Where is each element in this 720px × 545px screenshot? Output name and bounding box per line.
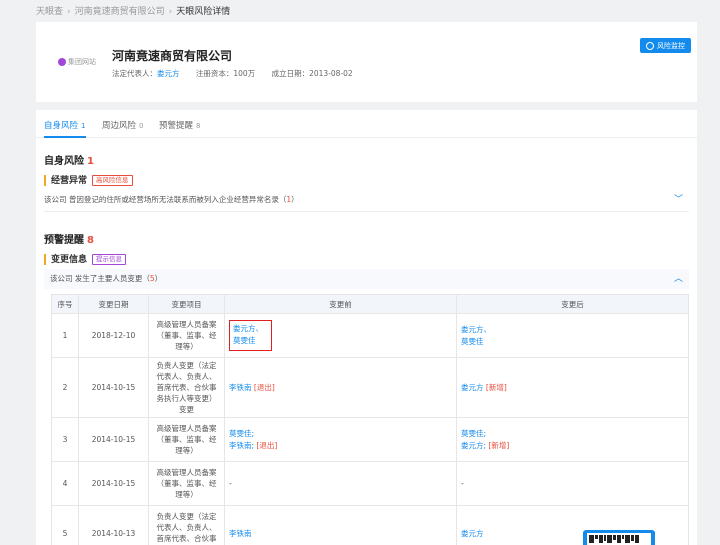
company-header-card: 集团网站 河南竟速商贸有限公司 法定代表人：娄元方 注册资本：100万 成立日期… [36,22,697,102]
divider [44,211,689,212]
legal-rep-link[interactable]: 娄元方 [157,69,180,78]
business-abnormal-title: 经营异常 高风险信息 [44,175,133,186]
breadcrumb: 天眼查 › 河南竟速商贸有限公司 › 天眼风险详情 [36,4,230,17]
company-meta: 法定代表人：娄元方 注册资本：100万 成立日期：2013-08-02 [112,68,367,79]
risk-monitor-label: 风险监控 [657,41,685,50]
registered-capital: 注册资本：100万 [195,69,256,78]
company-name: 河南竟速商贸有限公司 [112,49,233,63]
flower-icon [58,58,66,66]
tab-warning[interactable]: 预警提醒 8 [159,119,200,131]
notice-badge: 提示信息 [92,254,127,265]
qr-code-widget[interactable] [583,530,655,545]
risk-tabs: 自身风险 1 周边风险 0 预警提醒 8 [36,110,697,138]
table-row: 4 2014-10-15 高级管理人员备案（董事、监事、经理等） - - [51,461,689,506]
breadcrumb-current: 天眼风险详情 [176,7,231,17]
tab-self-risk[interactable]: 自身风险 1 [44,119,85,131]
logo-label: 集团网站 [68,58,96,66]
col-header-item: 变更项目 [148,294,225,314]
breadcrumb-separator: › [168,7,173,17]
legal-rep-label: 法定代表人： [112,69,157,78]
breadcrumb-company[interactable]: 河南竟速商贸有限公司 [75,7,165,17]
col-header-before: 变更前 [224,294,457,314]
tab-surrounding-risk[interactable]: 周边风险 0 [102,119,143,131]
col-header-date: 变更日期 [78,294,149,314]
risk-panel: 自身风险 1 周边风险 0 预警提醒 8 自身风险 1 经营异常 高风险信息 该公司 曾因… [36,110,697,545]
highlight-box: 娄元方、 莫雯佳 [229,320,272,351]
chevron-up-icon[interactable]: ︿ [674,269,683,289]
breadcrumb-separator: › [67,7,71,17]
location-pin-icon [646,41,654,50]
qr-code-icon [587,533,651,545]
risk-monitor-button[interactable]: 风险监控 [640,38,691,53]
col-header-after: 变更后 [456,294,689,314]
warning-title: 预警提醒 8 [44,235,94,246]
table-header-row: 序号 变更日期 变更项目 变更前 变更后 [51,294,689,314]
breadcrumb-home[interactable]: 天眼查 [36,7,63,17]
chevron-down-icon[interactable]: ﹀ [674,190,683,210]
active-tab-indicator [44,136,86,138]
table-row: 2 2014-10-15 负责人变更（法定代表人、负责人、首席代表、合伙事务执行… [51,357,689,418]
change-info-title: 变更信息 提示信息 [44,254,127,265]
self-risk-title: 自身风险 1 [44,156,94,167]
change-info-summary[interactable]: 该公司 发生了主要人员变更（5） ︿ [44,269,689,289]
col-header-no: 序号 [51,294,79,314]
table-row: 1 2018-12-10 高级管理人员备案（董事、监事、经理等） 娄元方、 莫雯… [51,313,689,358]
change-table: 序号 变更日期 变更项目 变更前 变更后 1 2018-12-10 高级管理人员… [51,294,689,545]
company-logo[interactable]: 集团网站 [49,42,105,82]
table-row: 3 2014-10-15 高级管理人员备案（董事、监事、经理等） 莫雯佳; 李铁… [51,417,689,462]
founded-date: 成立日期：2013-08-02 [271,69,353,78]
business-abnormal-summary[interactable]: 该公司 曾因登记的住所或经营场所无法联系而被列入企业经营异常名录（1） ﹀ [44,190,689,210]
high-risk-badge: 高风险信息 [92,175,133,186]
